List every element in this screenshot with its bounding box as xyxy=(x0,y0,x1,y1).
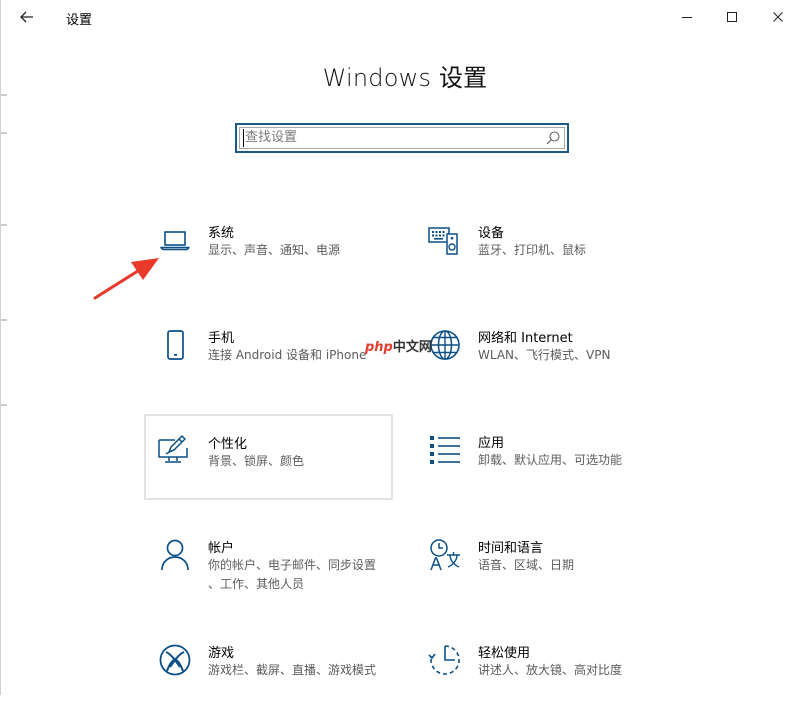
tile-devices-name: 设备 xyxy=(478,226,505,241)
title-bar: 设置 xyxy=(1,0,808,34)
tile-time-language-desc: 语音、区域、日期 xyxy=(478,558,575,572)
tile-system-name: 系统 xyxy=(208,226,235,241)
phone-icon xyxy=(167,330,184,360)
tile-gaming[interactable]: 游戏 游戏栏、截屏、直播、游戏模式 xyxy=(146,635,396,719)
search-input[interactable] xyxy=(245,128,535,146)
tile-network[interactable]: 网络和 Internet WLAN、飞行模式、VPN xyxy=(416,320,666,404)
xbox-icon xyxy=(159,644,191,676)
tile-phone[interactable]: 手机 连接 Android 设备和 iPhone xyxy=(146,320,396,404)
tile-accounts[interactable]: 帐户 你的帐户、电子邮件、同步设置 、工作、其他人员 xyxy=(146,530,396,614)
person-icon xyxy=(161,539,189,571)
tile-apps[interactable]: 应用 卸载、默认应用、可选功能 xyxy=(416,425,666,509)
close-button[interactable] xyxy=(763,4,793,30)
tile-accounts-desc-line2: 、工作、其他人员 xyxy=(208,577,305,591)
red-arrow-icon xyxy=(93,258,159,300)
tile-time-language[interactable]: 时间和语言 语音、区域、日期 xyxy=(416,530,666,614)
minimize-icon xyxy=(682,17,692,18)
watermark-php: php xyxy=(365,340,393,355)
tile-ease-of-access-name: 轻松使用 xyxy=(478,646,531,661)
back-button[interactable] xyxy=(15,6,39,28)
text-caret xyxy=(243,129,244,147)
settings-window: 设置 Windows 设置 系统 显示、 xyxy=(0,0,808,695)
tile-personalization-name: 个性化 xyxy=(208,437,248,452)
globe-icon xyxy=(430,330,460,360)
ease-of-access-icon xyxy=(428,645,460,675)
maximize-button[interactable] xyxy=(717,4,747,30)
minimize-button[interactable] xyxy=(672,4,702,30)
search-box[interactable] xyxy=(235,123,569,153)
apps-list-icon xyxy=(430,436,460,464)
tile-system-desc: 显示、声音、通知、电源 xyxy=(208,243,341,257)
tile-gaming-desc: 游戏栏、截屏、直播、游戏模式 xyxy=(208,663,377,677)
personalization-icon xyxy=(158,435,188,463)
watermark: php中文网 xyxy=(365,336,432,355)
tile-gaming-name: 游戏 xyxy=(208,646,235,661)
tile-accounts-desc: 你的帐户、电子邮件、同步设置 、工作、其他人员 xyxy=(208,556,408,594)
tile-accounts-name: 帐户 xyxy=(208,541,235,556)
background-window-edge xyxy=(1,94,7,406)
tile-accounts-desc-line1: 你的帐户、电子邮件、同步设置 xyxy=(208,558,377,572)
tile-devices[interactable]: 设备 蓝牙、打印机、鼠标 xyxy=(416,215,666,299)
arrow-left-icon xyxy=(20,11,33,23)
tile-phone-name: 手机 xyxy=(208,331,235,346)
tile-ease-of-access-desc: 讲述人、放大镜、高对比度 xyxy=(478,663,623,677)
tile-system[interactable]: 系统 显示、声音、通知、电源 xyxy=(146,215,396,299)
search-icon[interactable] xyxy=(545,130,561,146)
tile-network-name: 网络和 Internet xyxy=(478,331,573,346)
tile-time-language-name: 时间和语言 xyxy=(478,541,544,556)
tile-personalization-desc: 背景、锁屏、颜色 xyxy=(208,454,305,468)
tile-devices-desc: 蓝牙、打印机、鼠标 xyxy=(478,243,587,257)
tile-apps-name: 应用 xyxy=(478,436,505,451)
page-title: Windows 设置 xyxy=(322,64,488,92)
time-language-icon xyxy=(430,539,460,571)
window-title: 设置 xyxy=(66,13,93,28)
watermark-cn: 中文网 xyxy=(392,340,432,355)
tile-apps-desc: 卸载、默认应用、可选功能 xyxy=(478,453,623,467)
maximize-icon xyxy=(727,12,737,22)
devices-icon xyxy=(428,227,458,255)
tile-ease-of-access[interactable]: 轻松使用 讲述人、放大镜、高对比度 xyxy=(416,635,666,719)
close-icon xyxy=(773,12,783,22)
tile-network-desc: WLAN、飞行模式、VPN xyxy=(478,348,611,362)
tile-personalization[interactable]: 个性化 背景、锁屏、颜色 xyxy=(144,414,393,500)
